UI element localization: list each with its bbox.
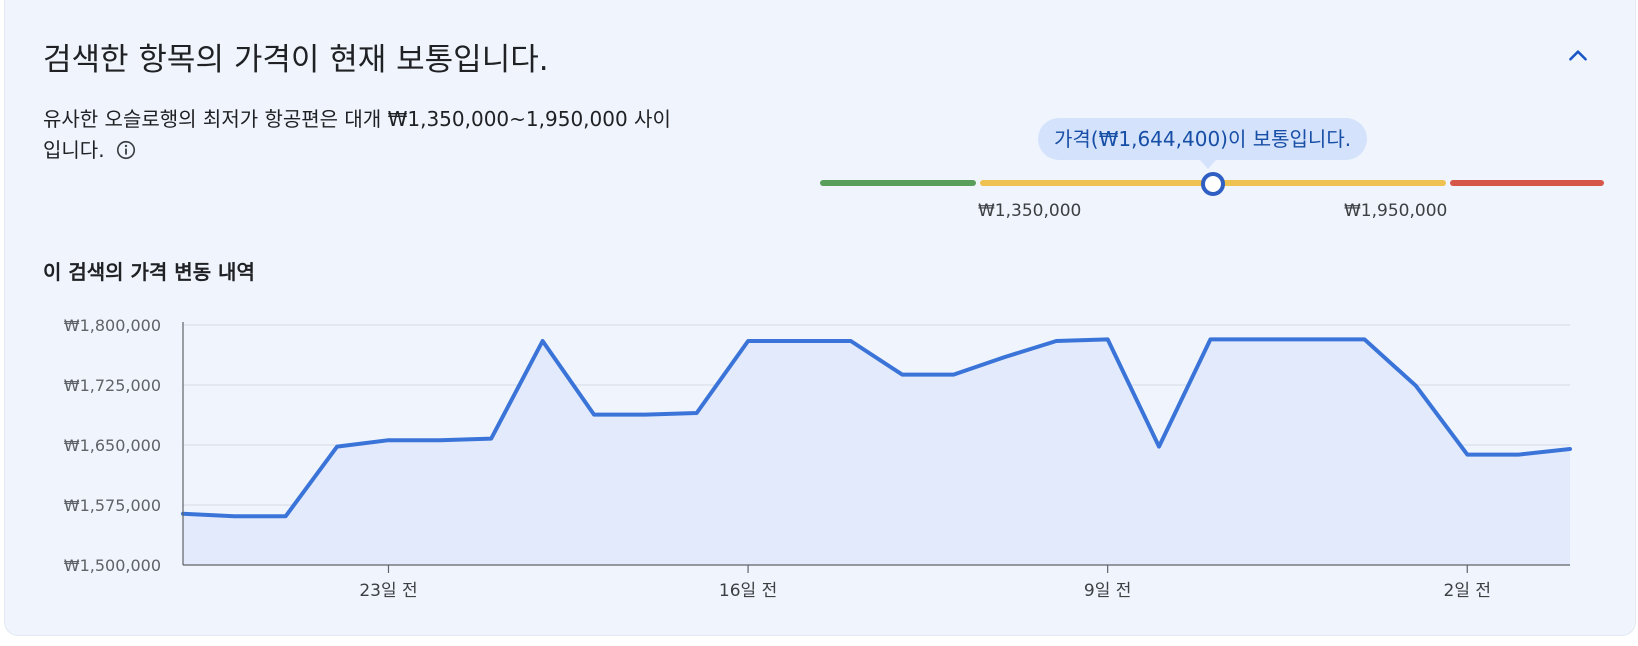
y-tick-label: ₩1,575,000 [64,496,161,515]
x-tick-label: 2일 전 [1444,581,1492,601]
y-tick-label: ₩1,800,000 [64,316,161,335]
price-history-chart: ₩1,500,000 ₩1,575,000 ₩1,650,000 ₩1,725,000… [64,316,1572,601]
y-tick-label: ₩1,500,000 [64,556,161,575]
price-area-fill [183,339,1570,565]
y-tick-label: ₩1,725,000 [64,376,161,395]
x-tick-label: 9일 전 [1084,581,1132,601]
y-tick-label: ₩1,650,000 [64,436,161,455]
x-tick-label: 16일 전 [719,581,777,601]
x-tick-label: 23일 전 [359,581,417,601]
